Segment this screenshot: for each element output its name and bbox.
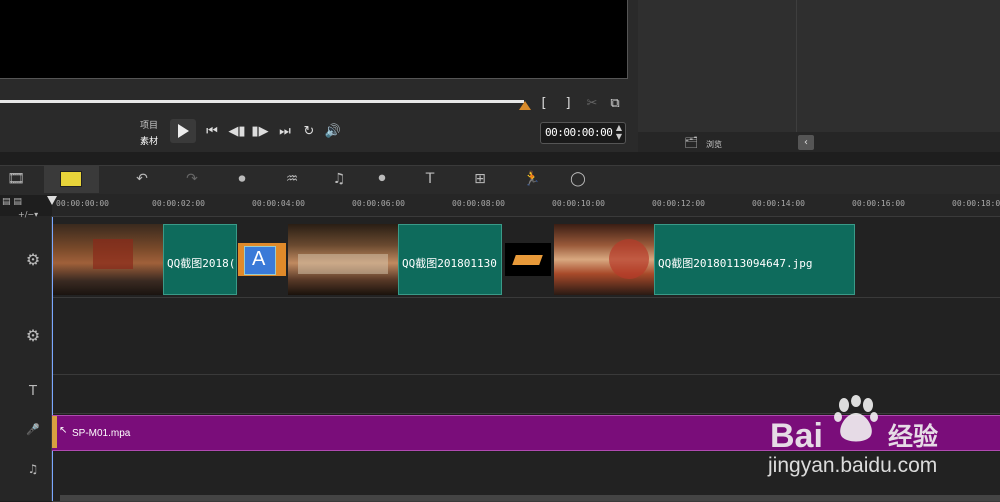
- thumbnail-detail: [609, 239, 649, 279]
- timeline-view-button[interactable]: [44, 166, 99, 193]
- repeat-icon[interactable]: ↻: [300, 121, 318, 143]
- sound-mixer-icon[interactable]: ♒: [278, 168, 306, 190]
- overlay-track-icon[interactable]: ⚙: [18, 326, 48, 345]
- cut-icon[interactable]: ✂: [584, 93, 600, 115]
- video-clip[interactable]: QQ截图20180113094647.jpg: [654, 224, 855, 295]
- music-track-icon[interactable]: ♫: [18, 462, 48, 476]
- timeline-view-icon: [60, 171, 82, 187]
- subtitle-editor-icon[interactable]: T: [416, 168, 444, 190]
- add-remove-chapter-icon[interactable]: +/−▾: [18, 210, 38, 219]
- copy-icon[interactable]: ⧉: [606, 93, 624, 115]
- ruler-tick: 00:00:02:00: [152, 199, 205, 208]
- collapse-arrow-icon[interactable]: ‹: [798, 135, 814, 150]
- transition-clip[interactable]: A: [238, 243, 286, 276]
- transition-icon: A: [244, 246, 276, 275]
- scrub-handle[interactable]: [519, 101, 531, 110]
- clip-thumbnail[interactable]: [53, 224, 163, 295]
- clip-thumbnail[interactable]: [288, 224, 398, 295]
- ruler-tick: 00:00:12:00: [652, 199, 705, 208]
- go-to-end-icon[interactable]: ⏭: [276, 121, 294, 143]
- ruler-tick: 00:00:18:00: [952, 199, 1000, 208]
- ruler-tick: 00:00:08:00: [452, 199, 505, 208]
- timecode-spinner-icon[interactable]: ▲ ▼: [616, 123, 622, 141]
- previous-frame-icon[interactable]: ◀▮: [228, 121, 246, 143]
- music-clip-name: SP-M01.mpa: [72, 428, 131, 439]
- svg-text:经验: 经验: [888, 422, 938, 450]
- next-frame-icon[interactable]: ▮▶: [251, 121, 269, 143]
- baidu-watermark-logo: Bai 经验: [770, 395, 945, 455]
- mark-out-button[interactable]: ]: [561, 93, 575, 115]
- ruler-tick: 00:00:06:00: [352, 199, 405, 208]
- browse-label[interactable]: 浏览: [706, 139, 722, 150]
- ruler-tick: 00:00:14:00: [752, 199, 805, 208]
- timeline-scrollbar[interactable]: [60, 495, 1000, 501]
- playhead-marker[interactable]: [47, 196, 57, 205]
- go-to-start-icon[interactable]: ⏮: [203, 121, 221, 143]
- storyboard-view-icon[interactable]: 🎞: [2, 168, 30, 190]
- clip-mode-label[interactable]: 素材: [140, 134, 158, 147]
- library-panel: 🗂 浏览 ‹: [638, 0, 1000, 152]
- ruler-tick: 00:00:16:00: [852, 199, 905, 208]
- play-icon: [178, 124, 189, 138]
- video-track-icon[interactable]: ⚙: [18, 250, 48, 269]
- video-clip[interactable]: QQ截图2018(: [163, 224, 237, 295]
- auto-music-icon[interactable]: ♫: [325, 168, 353, 190]
- clip-title: QQ截图2018(: [167, 257, 236, 270]
- clip-title: QQ截图201801130: [402, 257, 497, 270]
- svg-text:Bai: Bai: [770, 417, 823, 450]
- record-capture-icon[interactable]: ⏺: [228, 168, 256, 190]
- time-remapping-icon[interactable]: 🏃: [518, 168, 546, 190]
- timecode-value: 00:00:00:00: [545, 126, 613, 139]
- watermark-url: jingyan.baidu.com: [768, 454, 938, 477]
- ruler-tick: 00:00:10:00: [552, 199, 605, 208]
- thumbnail-detail: [298, 254, 388, 274]
- clip-trim-handle[interactable]: [52, 416, 57, 448]
- library-content: [797, 0, 1000, 132]
- redo-icon[interactable]: ↷: [178, 168, 206, 190]
- transition-letter: A: [252, 248, 266, 270]
- motion-tracking-icon[interactable]: ⚫: [368, 168, 396, 190]
- clip-title: QQ截图20180113094647.jpg: [658, 257, 813, 270]
- ruler-tick: 00:00:00:00: [56, 199, 109, 208]
- transition-icon: [512, 255, 543, 265]
- voice-track-icon[interactable]: 🎤: [18, 423, 48, 436]
- play-button[interactable]: [170, 119, 196, 143]
- volume-icon[interactable]: 🔊: [324, 121, 342, 143]
- clip-thumbnail[interactable]: [554, 224, 654, 295]
- video-clip[interactable]: QQ截图201801130: [398, 224, 502, 295]
- project-mode-label[interactable]: 项目: [140, 118, 158, 131]
- ruler-tick: 00:00:04:00: [252, 199, 305, 208]
- title-track-icon[interactable]: T: [18, 384, 48, 399]
- library-sidebar: [638, 0, 797, 132]
- scrub-bar[interactable]: [0, 100, 524, 103]
- preview-screen: [0, 0, 628, 79]
- mask-creator-icon[interactable]: ◯: [564, 168, 592, 190]
- mark-in-button[interactable]: [: [537, 93, 551, 115]
- track-manager-icon[interactable]: ▤ ▤: [2, 197, 22, 207]
- timecode-field[interactable]: 00:00:00:00 ▲ ▼: [540, 122, 626, 144]
- overlay-track: [52, 298, 1000, 375]
- browse-icon[interactable]: 🗂: [684, 136, 698, 149]
- timeline-ruler[interactable]: 00:00:00:00 00:00:02:00 00:00:04:00 00:0…: [47, 194, 1000, 217]
- multi-camera-icon[interactable]: ⊞: [466, 168, 494, 190]
- thumbnail-detail: [93, 239, 133, 269]
- undo-icon[interactable]: ↶: [128, 168, 156, 190]
- audio-clip-icon: ↖: [59, 425, 68, 436]
- transition-clip[interactable]: [505, 243, 551, 276]
